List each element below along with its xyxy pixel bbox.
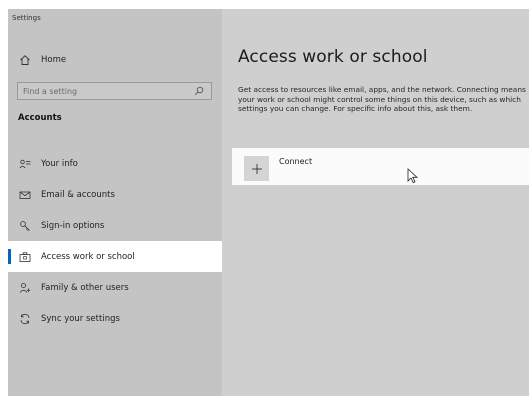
person-lines-icon [18,157,32,171]
search-box[interactable] [17,82,212,100]
sidebar: Settings Home Accounts [8,9,222,396]
briefcase-icon [18,250,32,264]
sidebar-item-label: Sync your settings [41,313,120,324]
home-label: Home [41,55,67,65]
sidebar-item-sign-in-options[interactable]: Sign-in options [8,210,222,241]
main-content: Access work or school Get access to reso… [222,9,529,396]
sync-icon [18,312,32,326]
sidebar-item-label: Your info [41,158,78,169]
sidebar-nav: Your info Email & accounts Sign-in optio… [8,148,222,334]
plus-icon [244,156,269,181]
sidebar-item-family-other-users[interactable]: Family & other users [8,272,222,303]
section-title-accounts: Accounts [18,113,62,123]
sidebar-item-label: Family & other users [41,282,129,293]
settings-window: Settings Home Accounts [8,9,529,396]
sidebar-item-sync-settings[interactable]: Sync your settings [8,303,222,334]
app-title: Settings [12,14,41,22]
sidebar-item-access-work-or-school[interactable]: Access work or school [8,241,222,272]
search-icon[interactable] [192,84,206,98]
sidebar-item-home[interactable]: Home [8,49,222,71]
page-description: Get access to resources like email, apps… [238,85,526,114]
sidebar-item-label: Access work or school [41,251,135,262]
mouse-cursor-icon [407,168,419,184]
home-icon [18,53,32,67]
mail-icon [18,188,32,202]
search-input[interactable] [23,86,192,96]
sidebar-item-label: Email & accounts [41,189,115,200]
connect-label: Connect [279,157,313,166]
sidebar-item-your-info[interactable]: Your info [8,148,222,179]
sidebar-item-label: Sign-in options [41,220,105,231]
person-plus-icon [18,281,32,295]
page-title: Access work or school [238,47,428,67]
key-icon [18,219,32,233]
sidebar-item-email-accounts[interactable]: Email & accounts [8,179,222,210]
connect-button[interactable]: Connect [232,148,529,185]
